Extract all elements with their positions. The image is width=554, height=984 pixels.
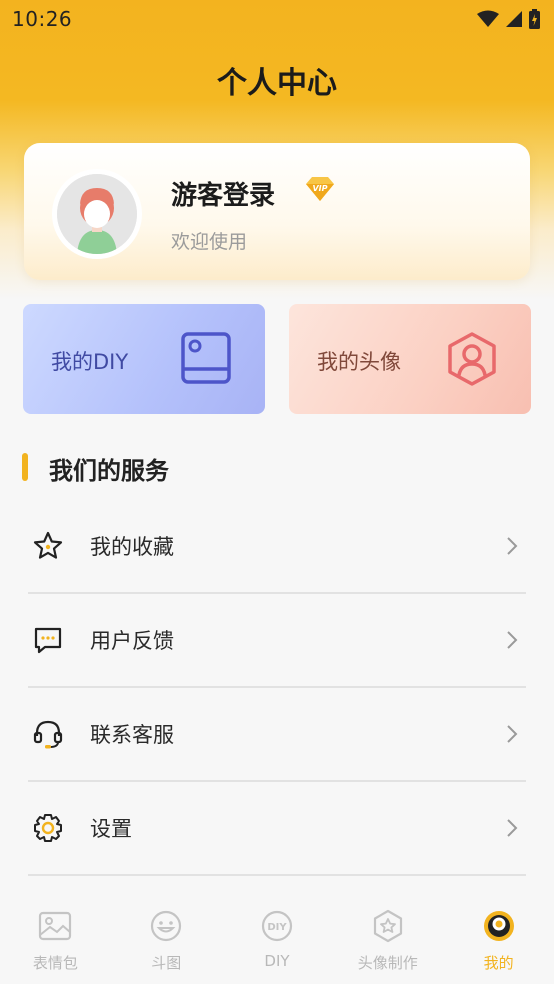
star-icon bbox=[30, 528, 66, 564]
tab-label: 头像制作 bbox=[357, 954, 418, 972]
tab-label: 我的 bbox=[483, 954, 514, 972]
my-avatar-label: 我的头像 bbox=[317, 350, 401, 374]
tab-mine[interactable]: 我的 bbox=[443, 896, 554, 984]
signal-icon bbox=[506, 11, 522, 27]
chevron-right-icon bbox=[507, 819, 518, 837]
star-hexagon-icon bbox=[370, 908, 406, 944]
services-title: 我们的服务 bbox=[49, 457, 169, 485]
smile-face-icon bbox=[148, 908, 184, 944]
service-item-label: 我的收藏 bbox=[90, 535, 174, 559]
status-icons bbox=[477, 9, 540, 29]
tab-label: 斗图 bbox=[151, 954, 182, 972]
gear-icon bbox=[30, 810, 66, 846]
service-item-label: 用户反馈 bbox=[90, 629, 174, 653]
battery-icon bbox=[529, 9, 540, 29]
photo-frame-icon bbox=[181, 332, 231, 384]
service-item-label: 联系客服 bbox=[90, 723, 174, 747]
bottom-tab-bar: 表情包 斗图 DIY DIY 头像制作 我的 bbox=[0, 896, 554, 984]
image-icon bbox=[37, 908, 73, 944]
service-item-settings[interactable]: 设置 bbox=[28, 782, 526, 876]
section-accent-bar bbox=[22, 453, 28, 481]
chevron-right-icon bbox=[507, 631, 518, 649]
chevron-right-icon bbox=[507, 537, 518, 555]
vip-badge: VIP bbox=[303, 176, 337, 206]
chevron-right-icon bbox=[507, 725, 518, 743]
vip-text: VIP bbox=[312, 184, 327, 193]
diy-circle-icon: DIY bbox=[259, 908, 295, 944]
service-item-feedback[interactable]: 用户反馈 bbox=[28, 594, 526, 688]
service-item-label: 设置 bbox=[90, 817, 132, 841]
profile-subtitle: 欢迎使用 bbox=[171, 231, 248, 253]
tab-doutu[interactable]: 斗图 bbox=[111, 896, 222, 984]
tab-emoji-pack[interactable]: 表情包 bbox=[0, 896, 111, 984]
vip-diamond-icon: VIP bbox=[306, 177, 334, 201]
user-circle-icon bbox=[481, 908, 517, 944]
avatar[interactable] bbox=[52, 169, 142, 259]
my-diy-label: 我的DIY bbox=[51, 350, 129, 374]
headset-icon bbox=[30, 716, 66, 752]
my-diy-card[interactable]: 我的DIY bbox=[23, 304, 265, 414]
wifi-icon bbox=[477, 10, 499, 27]
status-time: 10:26 bbox=[12, 7, 73, 31]
profile-card[interactable]: 游客登录 VIP 欢迎使用 bbox=[24, 143, 530, 280]
tab-diy[interactable]: DIY DIY bbox=[222, 896, 333, 984]
my-avatar-card[interactable]: 我的头像 bbox=[289, 304, 531, 414]
service-list: 我的收藏 用户反馈 联系客服 设置 bbox=[28, 500, 526, 876]
tab-label: DIY bbox=[264, 952, 290, 970]
tab-avatar-maker[interactable]: 头像制作 bbox=[332, 896, 443, 984]
tab-label: 表情包 bbox=[32, 954, 78, 972]
user-hexagon-icon bbox=[448, 332, 496, 386]
page-title: 个人中心 bbox=[217, 66, 337, 101]
status-bar: 10:26 bbox=[0, 0, 554, 38]
profile-name[interactable]: 游客登录 bbox=[171, 175, 275, 212]
svg-text:DIY: DIY bbox=[267, 922, 287, 933]
default-avatar-icon bbox=[57, 174, 137, 254]
chat-bubble-icon bbox=[30, 622, 66, 658]
service-item-favorites[interactable]: 我的收藏 bbox=[28, 500, 526, 594]
service-item-support[interactable]: 联系客服 bbox=[28, 688, 526, 782]
